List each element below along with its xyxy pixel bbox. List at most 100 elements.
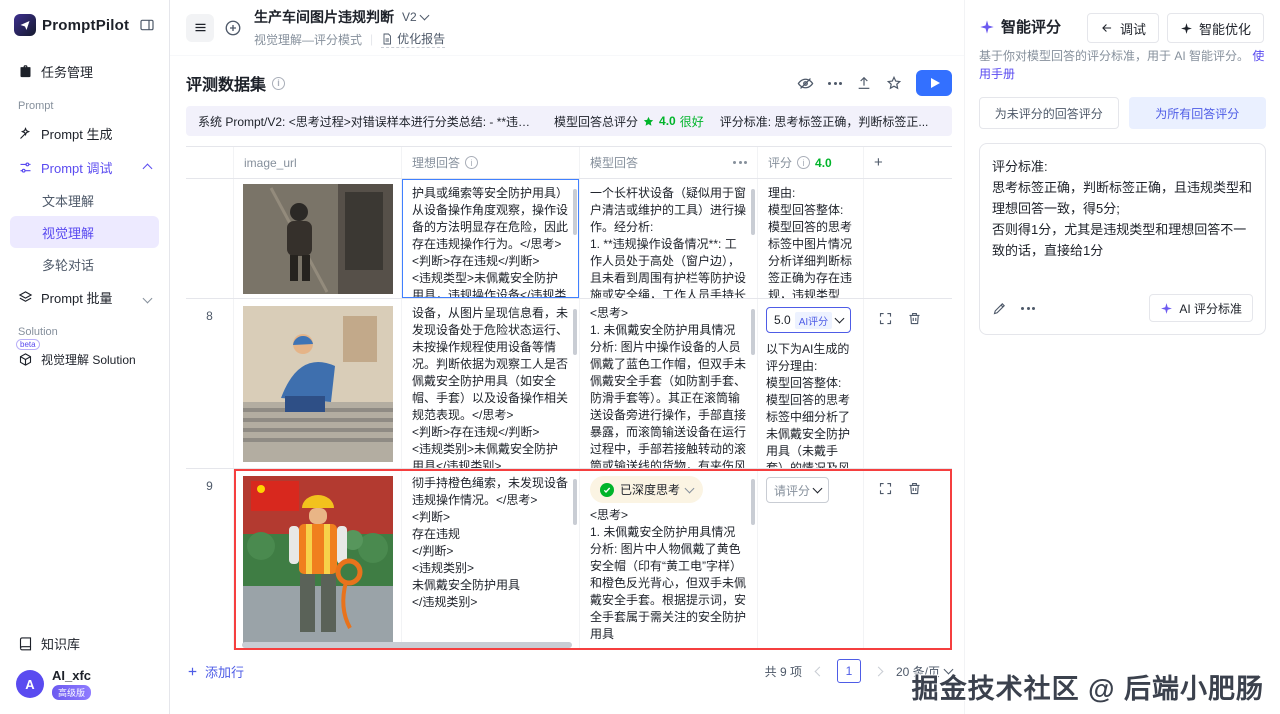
hide-column-icon[interactable]: [797, 75, 814, 92]
scrollbar-thumb[interactable]: [751, 309, 755, 355]
worker-climbing-photo: [242, 183, 393, 294]
book-icon: [18, 636, 33, 651]
menu-icon[interactable]: [186, 13, 214, 42]
scrollbar-thumb[interactable]: [573, 189, 577, 235]
prev-page-icon[interactable]: [814, 666, 825, 677]
score-unscored-button[interactable]: 为未评分的回答评分: [979, 97, 1119, 129]
optimize-report-link[interactable]: 优化报告: [381, 30, 446, 48]
score-value: 4.0: [659, 114, 676, 128]
dataset-title: 评测数据集: [186, 77, 267, 94]
criteria-text[interactable]: 评分标准: 思考标签正确，判断标签正确，且违规类型和理想回答一致，得5分; 否则…: [992, 156, 1253, 284]
report-label: 优化报告: [397, 32, 446, 46]
score-reason-text: 理由: 模型回答整体: 模型回答的思考标签中图片情况分析详细判断标签正确为存在违…: [768, 186, 853, 298]
score-cell[interactable]: 理由: 模型回答整体: 模型回答的思考标签中图片情况分析详细判断标签正确为存在违…: [758, 179, 864, 298]
new-task-icon[interactable]: [224, 19, 242, 37]
model-answer-cell[interactable]: 已深度思考 <思考> 1. 未佩戴安全防护用具情况分析: 图片中人物佩戴了黄色安…: [580, 469, 758, 650]
scrollbar-thumb[interactable]: [751, 189, 755, 235]
upload-icon[interactable]: [856, 75, 872, 91]
header-image-url[interactable]: image_url: [234, 147, 402, 178]
score-cell[interactable]: 请评分: [758, 469, 864, 650]
header-label: 模型回答: [590, 156, 639, 170]
horizontal-scrollbar[interactable]: [242, 642, 572, 648]
sidebar-item-visual-understanding[interactable]: 视觉理解: [10, 216, 159, 248]
add-column-button[interactable]: +: [864, 147, 952, 178]
sidebar-item-prompt-debug[interactable]: Prompt 调试: [10, 150, 159, 184]
info-icon: [272, 76, 286, 90]
dataset-area: 评测数据集 系统 Pro: [170, 56, 964, 714]
total-score: 模型回答总评分 4.0 很好: [554, 113, 704, 130]
next-page-icon[interactable]: [873, 666, 884, 677]
image-cell[interactable]: [234, 469, 402, 650]
deep-think-toggle[interactable]: 已深度思考: [590, 476, 704, 503]
expand-icon[interactable]: [878, 311, 893, 468]
version-select[interactable]: V2: [402, 10, 430, 24]
ideal-answer-text: 设备，从图片呈现信息看，未发现设备处于危险状态运行、未按操作规程使用设备等情况。…: [412, 306, 569, 468]
sparkle-icon: [1181, 22, 1192, 34]
summary-bar[interactable]: 系统 Prompt/V2: <思考过程>对错误样本进行分类总结: - **违规操…: [186, 106, 952, 136]
ai-criteria-button[interactable]: AI 评分标准: [1149, 294, 1253, 322]
score-select[interactable]: 5.0 AI评分: [766, 307, 852, 333]
sidebar-item-text-understanding[interactable]: 文本理解: [10, 184, 159, 216]
header-actions: 调试 智能优化: [1086, 13, 1264, 43]
top-header: 生产车间图片违规判断 V2 视觉理解—评分模式 | 优化报告: [170, 0, 964, 56]
sidebar-item-prompt-batch[interactable]: Prompt 批量: [10, 280, 159, 314]
score-placeholder: 请评分: [774, 483, 811, 498]
sidebar-item-knowledge-base[interactable]: 知识库: [10, 626, 159, 660]
collapse-sidebar-icon[interactable]: [139, 17, 155, 33]
scrollbar-thumb[interactable]: [573, 479, 577, 525]
ideal-answer-text: 护具或绳索等安全防护用具） 从设备操作角度观察，操作设备的方法明显存在危险，因此…: [412, 186, 569, 298]
row-actions-cell: [864, 469, 952, 650]
score-select[interactable]: 请评分: [766, 477, 830, 503]
edit-icon[interactable]: [992, 301, 1007, 316]
scrollbar-thumb[interactable]: [751, 479, 755, 525]
mode-label: 视觉理解—评分模式: [254, 32, 363, 47]
deep-think-label: 已深度思考: [620, 483, 681, 497]
logo-row: PromptPilot: [10, 14, 159, 36]
column-more-icon[interactable]: [733, 161, 747, 164]
image-cell[interactable]: [234, 179, 402, 298]
dataset-table: image_url 理想回答 模型回答 评分 4.0 +: [186, 146, 952, 650]
more-icon[interactable]: [1021, 306, 1035, 310]
ideal-answer-text: 彻手持橙色绳索，未发现设备违规操作情况。</思考> <判断> 存在违规 </判断…: [412, 476, 569, 609]
debug-button[interactable]: 调试: [1086, 13, 1159, 43]
table-header: image_url 理想回答 模型回答 评分 4.0 +: [186, 147, 952, 179]
info-icon: [465, 156, 479, 169]
page-size-select[interactable]: 20 条/页: [896, 663, 954, 680]
table-row: 护具或绳索等安全防护用具） 从设备操作角度观察，操作设备的方法明显存在危险，因此…: [186, 179, 952, 299]
expand-icon[interactable]: [878, 481, 893, 650]
ai-score-badge: AI评分: [794, 311, 833, 329]
sparkle-icon: [1160, 302, 1173, 315]
page-number[interactable]: 1: [836, 659, 861, 683]
chevron-down-icon: [684, 483, 695, 493]
sidebar-item-task-management[interactable]: 任务管理: [10, 54, 159, 88]
ai-criteria-label: AI 评分标准: [1179, 301, 1242, 316]
star-icon[interactable]: [886, 75, 902, 91]
model-answer-cell[interactable]: <思考> 1. 未佩戴安全防护用具情况分析: 图片中操作设备的人员佩戴了蓝色工作…: [580, 299, 758, 468]
score-all-button[interactable]: 为所有回答评分: [1128, 97, 1266, 129]
sidebar-item-visual-solution[interactable]: beta 视觉理解 Solution: [10, 339, 159, 376]
header-row-number: [186, 147, 234, 178]
sidebar-item-prompt-gen[interactable]: Prompt 生成: [10, 116, 159, 150]
header-ideal-answer[interactable]: 理想回答: [402, 147, 580, 178]
more-icon[interactable]: [828, 81, 842, 85]
user-account[interactable]: A AI_xfc 高级版: [10, 660, 159, 704]
score-cell[interactable]: 5.0 AI评分 以下为AI生成的评分理由: 模型回答整体: 模型回答的思考标签…: [758, 299, 864, 468]
model-answer-cell[interactable]: 一个长杆状设备（疑似用于窗户清洁或维护的工具）进行操作。经分析: 1. **违规…: [580, 179, 758, 298]
delete-icon[interactable]: [907, 311, 922, 468]
score-grade: 很好: [679, 114, 704, 129]
run-button[interactable]: [916, 70, 952, 96]
plan-badge: 高级版: [52, 685, 92, 700]
sidebar-item-multi-turn[interactable]: 多轮对话: [10, 248, 159, 280]
add-row-button[interactable]: 添加行: [186, 662, 244, 681]
image-cell[interactable]: [234, 299, 402, 468]
pagination: 共 9 项 1 20 条/页: [765, 659, 954, 683]
delete-icon[interactable]: [907, 481, 922, 650]
task-title: 生产车间图片违规判断: [254, 9, 394, 25]
ideal-answer-cell[interactable]: 护具或绳索等安全防护用具） 从设备操作角度观察，操作设备的方法明显存在危险，因此…: [402, 179, 580, 298]
smart-optimize-button[interactable]: 智能优化: [1166, 13, 1264, 43]
scrollbar-thumb[interactable]: [573, 309, 577, 355]
header-model-answer[interactable]: 模型回答: [580, 147, 758, 178]
ideal-answer-cell[interactable]: 设备，从图片呈现信息看，未发现设备处于危险状态运行、未按操作规程使用设备等情况。…: [402, 299, 580, 468]
header-score[interactable]: 评分 4.0: [758, 147, 864, 178]
ideal-answer-cell[interactable]: 彻手持橙色绳索，未发现设备违规操作情况。</思考> <判断> 存在违规 </判断…: [402, 469, 580, 650]
